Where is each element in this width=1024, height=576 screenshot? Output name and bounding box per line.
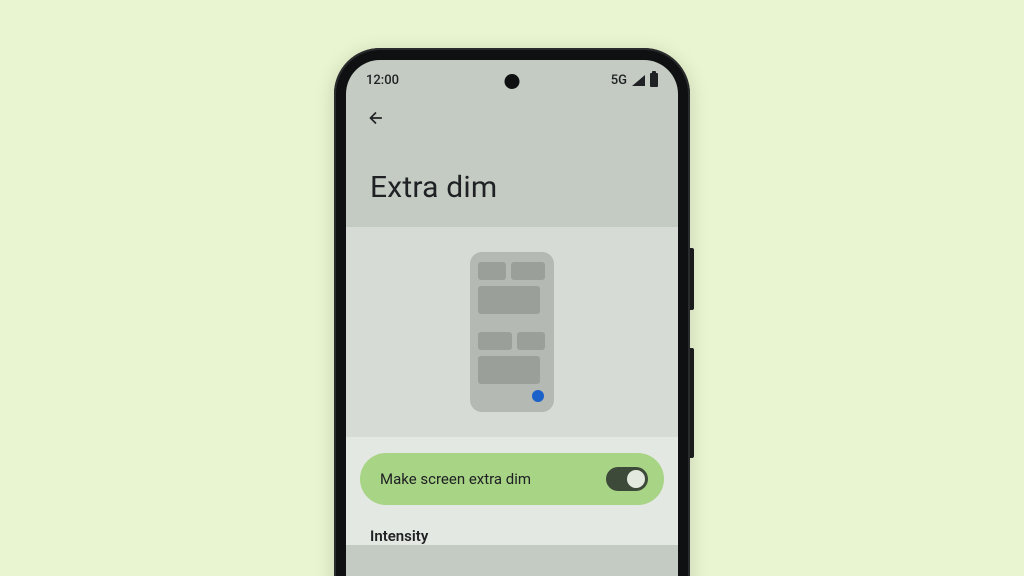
toggle-switch[interactable] <box>606 467 648 491</box>
phone-side-button <box>690 348 694 458</box>
illustration-block <box>478 332 512 350</box>
illustration-dot <box>532 390 544 402</box>
phone-frame: 12:00 5G Extra dim <box>334 48 690 576</box>
phone-side-button <box>690 248 694 310</box>
illustration-block <box>517 332 545 350</box>
battery-icon <box>650 73 658 87</box>
signal-icon <box>632 75 645 86</box>
illustration-panel <box>346 227 678 437</box>
status-time: 12:00 <box>366 73 399 88</box>
back-button[interactable] <box>364 106 388 130</box>
intensity-section-label: Intensity <box>360 505 664 545</box>
screen: 12:00 5G Extra dim <box>346 60 678 576</box>
illustration-block <box>511 262 545 280</box>
illustration-phone <box>470 252 554 412</box>
front-camera <box>505 74 520 89</box>
app-bar <box>346 100 678 130</box>
extra-dim-toggle-row[interactable]: Make screen extra dim <box>360 453 664 505</box>
network-label: 5G <box>611 73 627 88</box>
illustration-block <box>478 262 506 280</box>
page-title: Extra dim <box>346 130 678 227</box>
illustration-block <box>478 286 540 314</box>
toggle-label: Make screen extra dim <box>380 470 531 488</box>
arrow-left-icon <box>366 108 386 128</box>
illustration-block <box>478 356 540 384</box>
content-area: Make screen extra dim Intensity <box>346 437 678 545</box>
status-right: 5G <box>611 73 658 88</box>
